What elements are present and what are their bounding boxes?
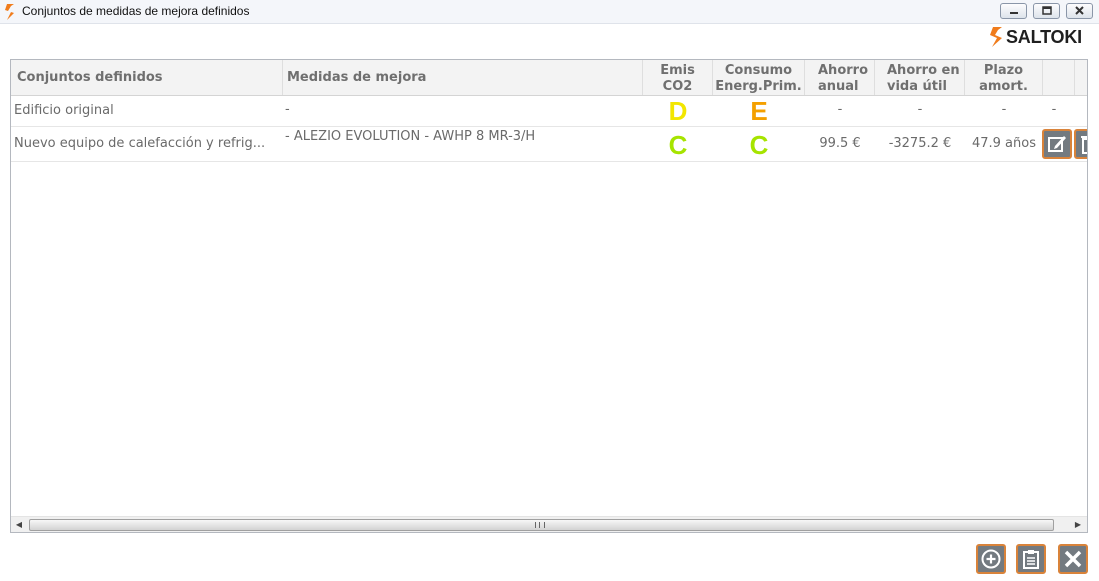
scrollbar-thumb[interactable]: [29, 519, 1054, 531]
ahorro-vida: -: [917, 102, 923, 117]
column-header-plazo[interactable]: Plazo amort.: [965, 60, 1043, 95]
table-header: Conjuntos definidos Medidas de mejora Em…: [11, 60, 1087, 96]
column-header-actions: [1043, 60, 1075, 95]
ahorro-anual: -: [837, 102, 843, 117]
delete-icon: [1081, 136, 1087, 154]
clipboard-icon: [1023, 550, 1039, 569]
scrollbar-grip-icon: [535, 522, 545, 528]
ahorro-vida: -3275.2 €: [888, 136, 952, 151]
column-header-ahorro-vida[interactable]: Ahorro en vida útil: [875, 60, 965, 95]
ahorro-anual: 99.5 €: [819, 136, 861, 151]
edit-icon: [1048, 136, 1066, 152]
delete-button[interactable]: [1074, 129, 1087, 159]
saltoki-logo-icon: [990, 27, 1002, 47]
window-title: Conjuntos de medidas de mejora definidos: [22, 4, 250, 18]
add-set-button[interactable]: [976, 544, 1006, 574]
add-circle-icon: [981, 549, 1001, 569]
set-name: Nuevo equipo de calefacción y refrig...: [14, 136, 266, 151]
maximize-icon: [1042, 6, 1052, 15]
set-measures: - ALEZIO EVOLUTION - AWHP 8 MR-3/H: [285, 129, 536, 144]
consumo-rating: E: [750, 96, 768, 126]
consumo-rating: C: [749, 130, 769, 160]
scroll-left-arrow-icon[interactable]: ◀: [14, 520, 24, 530]
table-row[interactable]: Nuevo equipo de calefacción y refrig... …: [11, 127, 1087, 162]
column-header-conjuntos[interactable]: Conjuntos definidos: [11, 60, 283, 95]
close-x-icon: [1064, 550, 1082, 568]
maximize-button[interactable]: [1033, 3, 1060, 19]
column-header-ahorro-anual[interactable]: Ahorro anual: [805, 60, 875, 95]
close-dialog-button[interactable]: [1058, 544, 1088, 574]
emis-co2-rating: C: [668, 130, 688, 160]
minimize-button[interactable]: [1000, 3, 1027, 19]
column-header-medidas[interactable]: Medidas de mejora: [283, 60, 643, 95]
saltoki-logo: SALTOKI: [988, 26, 1088, 48]
row-actions-placeholder: -: [1051, 102, 1057, 117]
scroll-right-arrow-icon[interactable]: ▶: [1073, 520, 1083, 530]
improvement-sets-table: Conjuntos definidos Medidas de mejora Em…: [10, 59, 1088, 533]
logo-text: SALTOKI: [1006, 27, 1082, 47]
plazo-amort: 47.9 años: [971, 136, 1036, 151]
edit-button[interactable]: [1042, 129, 1072, 159]
emis-co2-rating: D: [668, 96, 688, 126]
saltoki-s-icon: [5, 4, 14, 20]
set-measures: -: [285, 102, 290, 117]
report-button[interactable]: [1016, 544, 1046, 574]
close-icon: [1075, 6, 1084, 15]
set-name: Edificio original: [14, 103, 114, 118]
table-row[interactable]: Edificio original - D E - - - -: [11, 96, 1087, 127]
column-header-emis-co2[interactable]: Emis CO2: [643, 60, 713, 95]
minimize-icon: [1010, 12, 1018, 14]
close-window-button[interactable]: [1066, 3, 1093, 19]
title-bar: Conjuntos de medidas de mejora definidos: [0, 0, 1099, 24]
column-header-consumo[interactable]: Consumo Energ.Prim.: [713, 60, 805, 95]
horizontal-scrollbar[interactable]: ◀ ▶: [11, 516, 1087, 532]
plazo-amort: -: [1001, 102, 1007, 117]
